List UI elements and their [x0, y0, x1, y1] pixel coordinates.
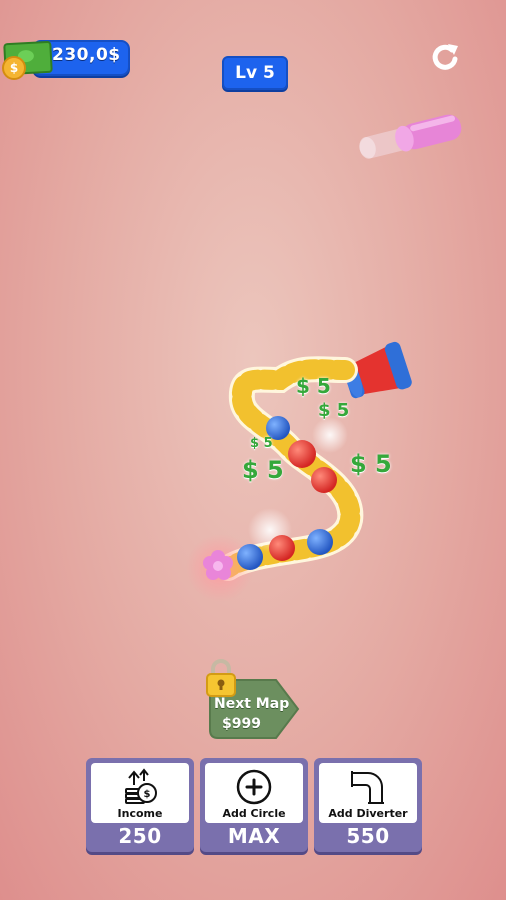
dollar-popup: $ 5: [250, 436, 273, 451]
card-title: Income: [117, 807, 163, 820]
next-map-label: Next Map: [214, 696, 290, 712]
money-amount: 230,0$: [52, 45, 121, 65]
income-upgrade-button[interactable]: $ Income 250: [86, 758, 194, 852]
next-map-button[interactable]: Next Map $999: [204, 658, 300, 742]
card-face: Add Diverter: [319, 763, 417, 823]
plus-circle-icon: [236, 769, 272, 805]
card-price: 550: [346, 824, 390, 848]
income-coins-icon: $: [125, 768, 157, 804]
card-face: Add Circle: [205, 763, 303, 823]
card-title: Add Circle: [222, 807, 286, 820]
add-circle-upgrade-button[interactable]: Add Circle MAX: [200, 758, 308, 852]
restart-button[interactable]: [428, 40, 462, 74]
lock-icon: [206, 659, 236, 697]
elbow-pipe-icon: [351, 771, 384, 804]
income-popups: $ 5 $ 5 $ 5 $ 5 $ 5: [230, 370, 400, 490]
spawn-pipe: [352, 112, 470, 160]
add-diverter-upgrade-button[interactable]: Add Diverter 550: [314, 758, 422, 852]
money-counter: $ 230,0$: [2, 38, 130, 80]
dollar-popup: $ 5: [296, 374, 331, 398]
dollar-popup: $ 5: [350, 450, 392, 478]
card-price: MAX: [227, 824, 281, 848]
card-face: $ Income: [91, 763, 189, 823]
svg-text:$: $: [144, 789, 151, 800]
card-price: 250: [118, 824, 162, 848]
dollar-popup: $ 5: [318, 400, 350, 421]
card-title: Add Diverter: [328, 807, 408, 820]
dollar-popup: $ 5: [242, 456, 284, 484]
level-badge: Lv 5: [222, 56, 288, 90]
upgrade-panel: $ Income 250 Add Circle MAX Add Diverter: [86, 758, 422, 854]
next-map-price: $999: [222, 716, 261, 732]
coin-icon: $: [2, 56, 26, 80]
restart-icon: [432, 44, 458, 70]
